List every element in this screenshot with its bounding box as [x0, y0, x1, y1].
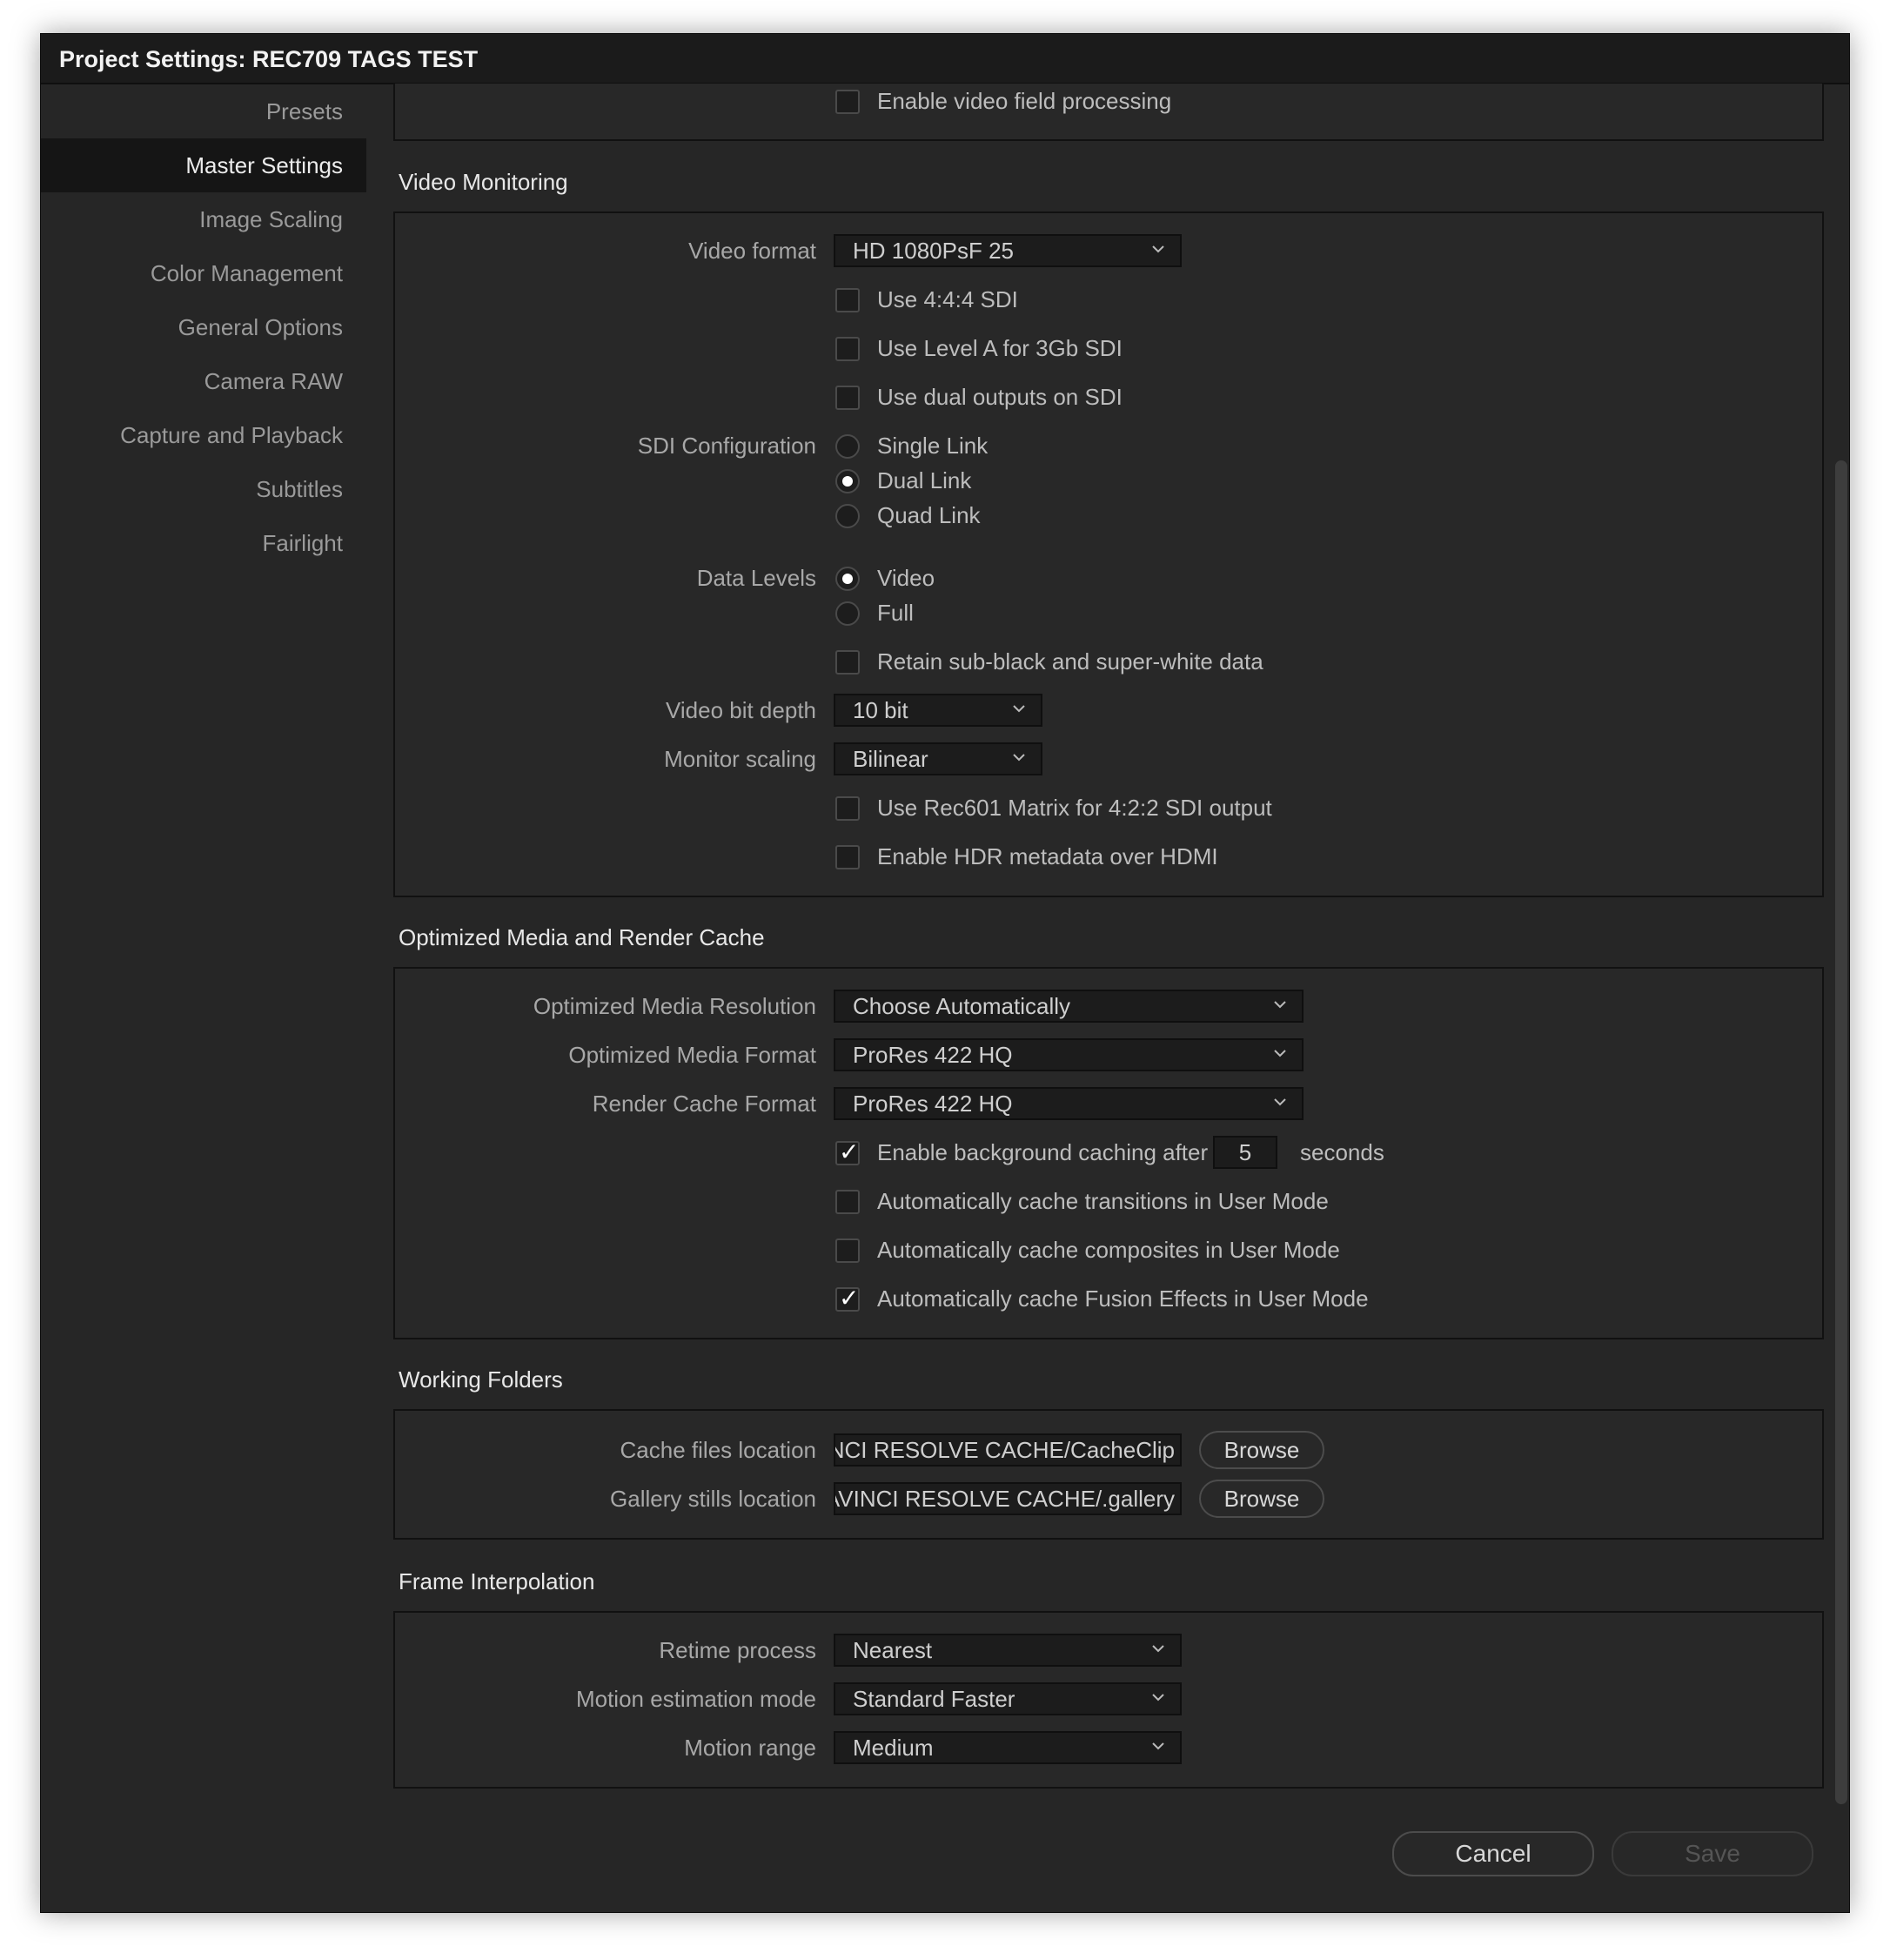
chevron-down-icon [1274, 1001, 1286, 1009]
monitor-scaling-value: Bilinear [853, 746, 928, 772]
monitor-scaling-label: Monitor scaling [664, 746, 816, 772]
sdi-quad-label: Quad Link [877, 502, 981, 528]
monitor-scaling-dropdown[interactable]: Bilinear [834, 742, 1042, 775]
chevron-down-icon [1152, 1694, 1164, 1702]
motion-mode-value: Standard Faster [853, 1686, 1015, 1712]
data-levels-full-label: Full [877, 600, 914, 626]
motion-range-label: Motion range [684, 1735, 816, 1761]
hdr-meta-label: Enable HDR metadata over HDMI [877, 843, 1218, 869]
chevron-down-icon [1013, 705, 1025, 713]
motion-mode-dropdown[interactable]: Standard Faster [834, 1682, 1182, 1715]
cache-browse-button[interactable]: Browse [1199, 1431, 1324, 1469]
working-folders-panel [393, 1409, 1824, 1540]
auto-transitions-label: Automatically cache transitions in User … [877, 1188, 1329, 1214]
retime-label: Retime process [659, 1637, 816, 1663]
bg-caching-seconds-input[interactable]: 5 [1213, 1136, 1277, 1169]
opt-format-label: Optimized Media Format [568, 1042, 816, 1068]
cache-loc-value: /DAVINCI RESOLVE CACHE/CacheClip [835, 1437, 1175, 1463]
bg-caching-seconds-value: 5 [1238, 1139, 1252, 1165]
cache-section-title: Optimized Media and Render Cache [399, 924, 765, 950]
rec601-label: Use Rec601 Matrix for 4:2:2 SDI output [877, 795, 1272, 821]
use-444-checkbox[interactable] [835, 288, 860, 312]
data-levels-label: Data Levels [696, 565, 816, 591]
render-format-value: ProRes 422 HQ [853, 1091, 1013, 1117]
field-processing-checkbox[interactable] [835, 90, 860, 114]
retain-label: Retain sub-black and super-white data [877, 648, 1263, 675]
render-format-dropdown[interactable]: ProRes 422 HQ [834, 1087, 1304, 1120]
motion-range-dropdown[interactable]: Medium [834, 1731, 1182, 1764]
sdi-single-radio[interactable] [835, 434, 860, 459]
frame-interp-title: Frame Interpolation [399, 1568, 595, 1594]
rec601-checkbox[interactable] [835, 796, 860, 821]
bg-caching-label: Enable background caching after [877, 1139, 1209, 1165]
gallery-loc-value: D/DAVINCI RESOLVE CACHE/.gallery [835, 1486, 1175, 1512]
auto-fusion-label: Automatically cache Fusion Effects in Us… [877, 1285, 1369, 1312]
cache-loc-field[interactable]: /DAVINCI RESOLVE CACHE/CacheClip [834, 1433, 1182, 1467]
bg-caching-checkbox[interactable]: ✓ [835, 1138, 860, 1165]
chevron-down-icon [1013, 754, 1025, 762]
data-levels-video-label: Video [877, 565, 935, 591]
auto-composites-label: Automatically cache composites in User M… [877, 1237, 1340, 1263]
checkmark-icon: ✓ [839, 1138, 860, 1165]
opt-format-value: ProRes 422 HQ [853, 1042, 1013, 1068]
gallery-browse-button[interactable]: Browse [1199, 1480, 1324, 1518]
chevron-down-icon [1152, 1742, 1164, 1750]
opt-res-label: Optimized Media Resolution [533, 993, 816, 1019]
sdi-single-label: Single Link [877, 433, 989, 459]
motion-mode-label: Motion estimation mode [575, 1686, 816, 1712]
auto-fusion-checkbox[interactable]: ✓ [835, 1285, 860, 1312]
retain-checkbox[interactable] [835, 650, 860, 675]
video-monitoring-title: Video Monitoring [399, 169, 568, 195]
field-processing-label: Enable video field processing [877, 88, 1172, 114]
chevron-down-icon [1274, 1050, 1286, 1057]
bit-depth-value: 10 bit [853, 697, 908, 723]
chevron-down-icon [1152, 1645, 1164, 1653]
video-format-value: HD 1080PsF 25 [853, 238, 1014, 264]
dual-outputs-checkbox[interactable] [835, 386, 860, 410]
opt-res-value: Choose Automatically [853, 993, 1071, 1019]
video-format-dropdown[interactable]: HD 1080PsF 25 [834, 234, 1182, 267]
retime-dropdown[interactable]: Nearest [834, 1634, 1182, 1667]
cache-loc-label: Cache files location [620, 1437, 816, 1463]
working-folders-title: Working Folders [399, 1366, 563, 1393]
retime-value: Nearest [853, 1637, 933, 1663]
video-format-label: Video format [688, 238, 816, 264]
hdr-meta-checkbox[interactable] [835, 845, 860, 869]
data-levels-full-radio[interactable] [835, 601, 860, 626]
chevron-down-icon [1152, 245, 1164, 253]
data-levels-video-radio[interactable] [835, 567, 860, 591]
sdi-dual-radio[interactable] [835, 469, 860, 493]
motion-range-value: Medium [853, 1735, 934, 1761]
level-a-label: Use Level A for 3Gb SDI [877, 335, 1123, 361]
dual-outputs-label: Use dual outputs on SDI [877, 384, 1123, 410]
save-button[interactable]: Save [1612, 1831, 1813, 1876]
auto-transitions-checkbox[interactable] [835, 1190, 860, 1214]
sdi-quad-radio[interactable] [835, 504, 860, 528]
opt-res-dropdown[interactable]: Choose Automatically [834, 990, 1304, 1023]
bit-depth-label: Video bit depth [666, 697, 816, 723]
cancel-button[interactable]: Cancel [1392, 1831, 1594, 1876]
opt-format-dropdown[interactable]: ProRes 422 HQ [834, 1038, 1304, 1071]
auto-composites-checkbox[interactable] [835, 1238, 860, 1263]
bit-depth-dropdown[interactable]: 10 bit [834, 694, 1042, 727]
gallery-loc-label: Gallery stills location [610, 1486, 816, 1512]
sdi-dual-label: Dual Link [877, 467, 972, 493]
render-format-label: Render Cache Format [592, 1091, 816, 1117]
use-444-label: Use 4:4:4 SDI [877, 286, 1018, 312]
bg-caching-unit: seconds [1300, 1139, 1384, 1165]
chevron-down-icon [1274, 1098, 1286, 1106]
sdi-config-label: SDI Configuration [637, 433, 816, 459]
level-a-checkbox[interactable] [835, 337, 860, 361]
gallery-loc-field[interactable]: D/DAVINCI RESOLVE CACHE/.gallery [834, 1482, 1182, 1515]
checkmark-icon: ✓ [839, 1285, 860, 1312]
